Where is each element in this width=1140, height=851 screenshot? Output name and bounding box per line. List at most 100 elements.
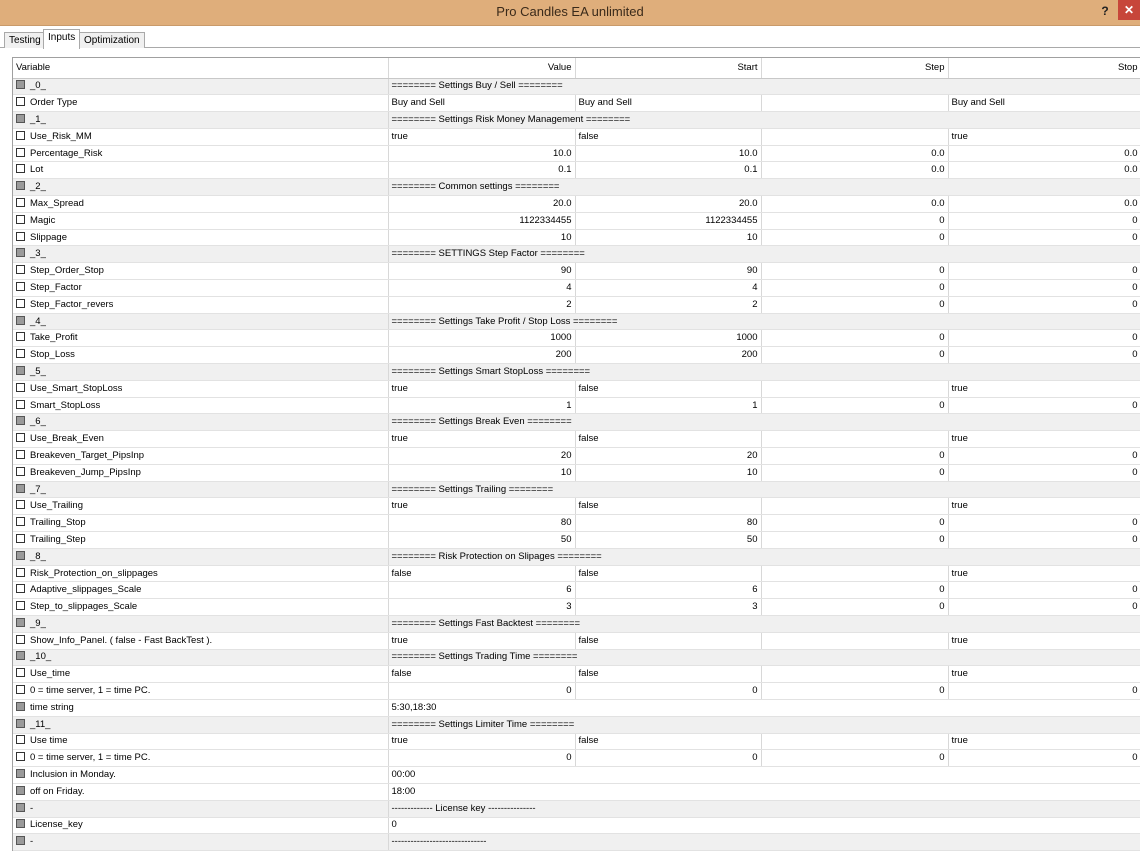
stop-cell[interactable]: 0 — [948, 212, 1140, 230]
table-row[interactable]: 0 = time server, 1 = time PC. 0 0 0 0 — [13, 682, 1140, 700]
table-row[interactable]: Stop_Loss 200 200 0 0 — [13, 346, 1140, 365]
value-cell[interactable]: 18:00 — [388, 783, 1140, 801]
optimize-checkbox[interactable] — [16, 685, 25, 695]
optimize-checkbox[interactable] — [16, 231, 25, 241]
stop-cell[interactable]: 0 — [948, 229, 1140, 247]
optimize-checkbox[interactable] — [16, 668, 25, 678]
step-cell[interactable]: 0 — [761, 598, 949, 616]
stop-cell[interactable]: 0 — [948, 279, 1140, 297]
optimize-checkbox[interactable] — [16, 147, 25, 157]
step-cell[interactable]: 0 — [761, 464, 949, 482]
group-row[interactable]: _4_ ======== Settings Take Profit / Stop … — [13, 313, 1140, 331]
table-row[interactable]: Breakeven_Jump_PipsInp 10 10 0 0 — [13, 464, 1140, 482]
table-row[interactable]: Use_Break_Even true false true — [13, 430, 1140, 449]
optimize-checkbox[interactable] — [16, 281, 25, 291]
value-cell[interactable]: 0 — [388, 682, 576, 700]
value-cell[interactable]: 90 — [388, 262, 576, 281]
value-cell[interactable]: 50 — [388, 531, 576, 549]
table-row[interactable]: Take_Profit 1000 1000 0 0 — [13, 329, 1140, 348]
table-row[interactable]: Lot 0.1 0.1 0.0 0.0 — [13, 161, 1140, 180]
optimize-checkbox[interactable] — [16, 382, 25, 392]
value-cell[interactable]: 5:30,18:30 — [388, 699, 1140, 717]
table-row[interactable]: Use_Smart_StopLoss true false true — [13, 380, 1140, 398]
table-row[interactable]: Step_Factor 4 4 0 0 — [13, 279, 1140, 297]
step-cell[interactable] — [761, 94, 949, 113]
value-cell[interactable]: true — [388, 128, 576, 146]
stop-cell[interactable]: true — [948, 380, 1140, 398]
step-cell[interactable]: 0 — [761, 749, 949, 768]
group-row[interactable]: _6_ ======== Settings Break Even ======== — [13, 413, 1140, 432]
start-cell[interactable]: 1 — [575, 397, 762, 415]
start-cell[interactable]: 3 — [575, 598, 762, 616]
optimize-checkbox[interactable] — [16, 567, 25, 577]
stop-cell[interactable]: 0 — [948, 329, 1140, 348]
stop-cell[interactable]: 0 — [948, 346, 1140, 365]
start-cell[interactable]: false — [575, 380, 762, 398]
table-row[interactable]: Trailing_Step 50 50 0 0 — [13, 531, 1140, 549]
step-cell[interactable]: 0 — [761, 581, 949, 600]
stop-cell[interactable]: true — [948, 430, 1140, 449]
start-cell[interactable]: 0 — [575, 682, 762, 700]
table-row[interactable]: Risk_Protection_on_slippages false false tr… — [13, 565, 1140, 583]
stop-cell[interactable]: 0 — [948, 531, 1140, 549]
value-cell[interactable]: 1 — [388, 397, 576, 415]
optimize-checkbox[interactable] — [16, 130, 25, 140]
value-cell[interactable]: 2 — [388, 296, 576, 314]
value-cell[interactable]: 10 — [388, 229, 576, 247]
stop-cell[interactable]: 0.0 — [948, 161, 1140, 180]
group-row[interactable]: - ------------- License key -------------… — [13, 800, 1140, 818]
start-cell[interactable]: false — [575, 632, 762, 650]
step-cell[interactable]: 0 — [761, 329, 949, 348]
stop-cell[interactable]: 0 — [948, 262, 1140, 281]
optimize-checkbox[interactable] — [16, 197, 25, 207]
stop-cell[interactable]: true — [948, 128, 1140, 146]
stop-cell[interactable]: Buy and Sell — [948, 94, 1140, 113]
optimize-checkbox[interactable] — [16, 533, 25, 543]
group-row[interactable]: _7_ ======== Settings Trailing ======== — [13, 481, 1140, 499]
value-cell[interactable]: 20.0 — [388, 195, 576, 213]
table-row[interactable]: Adaptive_slippages_Scale 6 6 0 0 — [13, 581, 1140, 600]
table-row[interactable]: Slippage 10 10 0 0 — [13, 229, 1140, 247]
stop-cell[interactable]: true — [948, 632, 1140, 650]
table-row[interactable]: Use time true false true — [13, 733, 1140, 751]
start-cell[interactable]: 20 — [575, 447, 762, 465]
step-cell[interactable] — [761, 128, 949, 146]
step-cell[interactable]: 0.0 — [761, 195, 949, 213]
optimize-checkbox[interactable] — [16, 634, 25, 644]
step-cell[interactable] — [761, 632, 949, 650]
close-button[interactable]: ✕ — [1118, 0, 1140, 20]
step-cell[interactable]: 0 — [761, 397, 949, 415]
optimize-checkbox[interactable] — [16, 265, 25, 275]
stop-cell[interactable]: 0 — [948, 464, 1140, 482]
value-cell[interactable]: 200 — [388, 346, 576, 365]
optimize-checkbox[interactable] — [16, 752, 25, 762]
optimize-checkbox[interactable] — [16, 298, 25, 308]
start-cell[interactable]: false — [575, 733, 762, 751]
value-cell[interactable]: 00:00 — [388, 766, 1140, 784]
step-cell[interactable]: 0.0 — [761, 161, 949, 180]
group-row[interactable]: _11_ ======== Settings Limiter Time =====… — [13, 716, 1140, 734]
column-header-stop[interactable]: Stop — [948, 58, 1140, 79]
start-cell[interactable]: false — [575, 565, 762, 583]
group-row[interactable]: _10_ ======== Settings Trading Time =====… — [13, 649, 1140, 667]
value-cell[interactable]: true — [388, 733, 576, 751]
optimize-checkbox[interactable] — [16, 517, 25, 527]
group-row[interactable]: - ------------------------------ — [13, 833, 1140, 851]
value-cell[interactable]: true — [388, 632, 576, 650]
optimize-checkbox[interactable] — [16, 164, 25, 174]
start-cell[interactable]: 0 — [575, 749, 762, 768]
optimize-checkbox[interactable] — [16, 433, 25, 443]
table-row[interactable]: time string 5:30,18:30 — [13, 699, 1140, 717]
start-cell[interactable]: false — [575, 665, 762, 684]
stop-cell[interactable]: 0 — [948, 514, 1140, 533]
value-cell[interactable]: 0.1 — [388, 161, 576, 180]
value-cell[interactable]: 1122334455 — [388, 212, 576, 230]
group-row[interactable]: _2_ ======== Common settings ======== — [13, 178, 1140, 197]
value-cell[interactable]: 80 — [388, 514, 576, 533]
stop-cell[interactable]: true — [948, 733, 1140, 751]
start-cell[interactable]: 2 — [575, 296, 762, 314]
tab-inputs[interactable]: Inputs — [43, 29, 81, 49]
step-cell[interactable]: 0 — [761, 212, 949, 230]
stop-cell[interactable]: 0 — [948, 682, 1140, 700]
value-cell[interactable]: 0 — [388, 817, 1140, 835]
